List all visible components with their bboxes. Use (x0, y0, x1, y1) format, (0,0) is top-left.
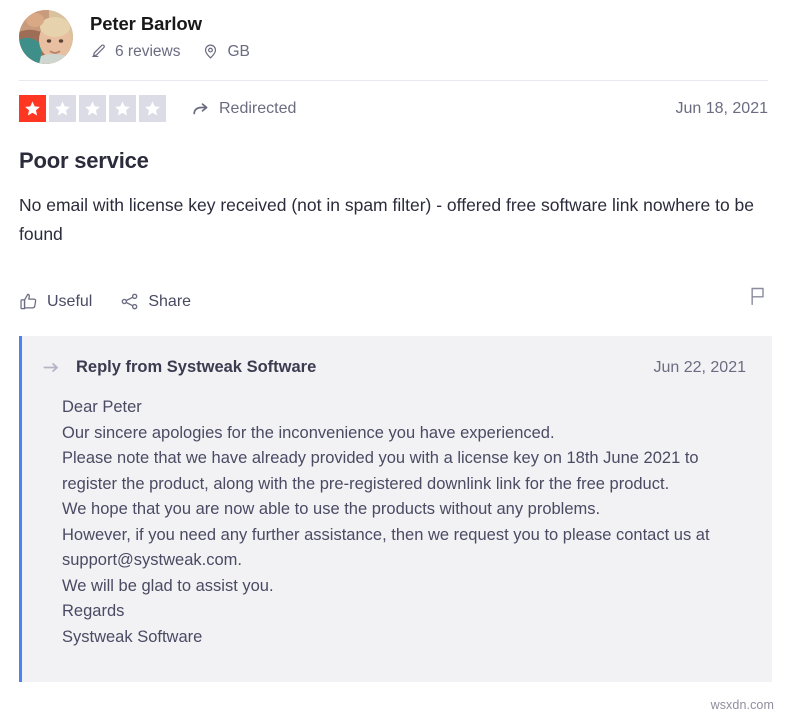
star-1-filled (19, 95, 46, 122)
reply-line: However, if you need any further assista… (62, 525, 710, 570)
review-date: Jun 18, 2021 (675, 99, 768, 117)
avatar[interactable] (19, 9, 73, 64)
star-2-empty (49, 95, 76, 122)
star-rating[interactable] (19, 95, 166, 122)
report-button[interactable] (748, 286, 768, 317)
useful-button[interactable]: Useful (19, 292, 92, 311)
reply-header: Reply from Systweak Software Jun 22, 202… (42, 358, 746, 377)
reply-line: Systweak Software (62, 627, 203, 646)
flag-icon (748, 286, 768, 311)
star-4-empty (109, 95, 136, 122)
reply-line: Dear Peter (62, 398, 142, 416)
reply-line: We will be glad to assist you. (62, 576, 274, 595)
consumer-reviews-count: 6 reviews (90, 43, 180, 61)
consumer-stats: 6 reviews GB (90, 43, 250, 61)
map-pin-icon (202, 43, 219, 60)
redirect-arrow-icon (192, 100, 210, 118)
pencil-icon (90, 43, 107, 60)
star-3-empty (79, 95, 106, 122)
reply-date: Jun 22, 2021 (653, 358, 746, 376)
useful-label: Useful (47, 292, 93, 310)
share-button[interactable]: Share (120, 292, 191, 311)
star-5-empty (139, 95, 166, 122)
reply-line: We hope that you are now able to use the… (62, 500, 601, 518)
reply-body: Dear Peter Our sincere apologies for the… (62, 395, 746, 650)
review-card: Peter Barlow 6 reviews GB Redirected Jun… (0, 0, 787, 718)
reply-title: Reply from Systweak Software (76, 358, 317, 376)
watermark: wsxdn.com (710, 698, 774, 712)
reply-line: Please note that we have already provide… (62, 449, 699, 493)
review-title[interactable]: Poor service (0, 122, 787, 174)
reply-line: Our sincere apologies for the inconvenie… (62, 423, 555, 442)
consumer-name[interactable]: Peter Barlow (90, 13, 250, 35)
reply-arrow-icon (42, 358, 61, 377)
business-reply: Reply from Systweak Software Jun 22, 202… (19, 336, 772, 682)
share-label: Share (148, 292, 192, 310)
consumer-meta: Peter Barlow 6 reviews GB (90, 13, 250, 61)
review-body: No email with license key received (not … (19, 195, 755, 244)
share-nodes-icon (120, 292, 139, 311)
consumer-header: Peter Barlow 6 reviews GB (0, 0, 787, 64)
consumer-reviews-count-label: 6 reviews (115, 42, 181, 60)
avatar-photo-icon (19, 9, 73, 64)
consumer-location-label: GB (227, 42, 250, 60)
redirected-label: Redirected (219, 99, 297, 117)
rating-row: Redirected Jun 18, 2021 (0, 81, 787, 122)
redirected-badge[interactable]: Redirected (192, 100, 296, 118)
consumer-location: GB (202, 42, 250, 61)
review-actions: Useful Share (0, 249, 787, 317)
thumbs-up-icon (19, 292, 38, 311)
reply-line: Regards (62, 602, 125, 620)
